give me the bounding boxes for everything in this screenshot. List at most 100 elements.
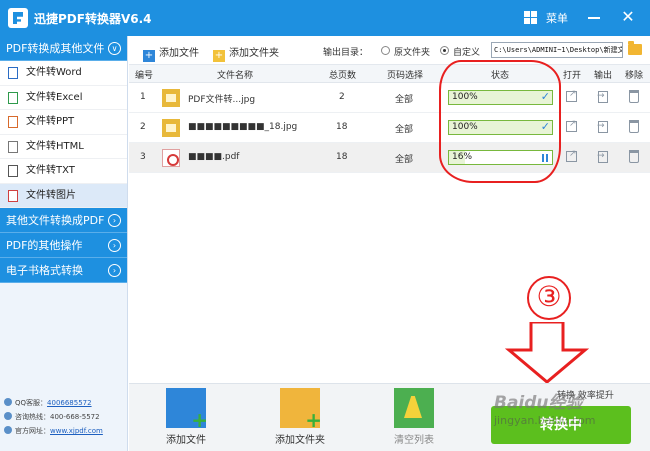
minimize-icon[interactable] bbox=[584, 7, 604, 27]
site-contact: 官方网址：www.xjpdf.com bbox=[4, 424, 103, 438]
sidebar-category-label: 电子书格式转换 bbox=[6, 264, 83, 277]
open-file-icon[interactable] bbox=[566, 89, 577, 102]
app-logo-icon bbox=[8, 8, 28, 28]
sidebar-category-label: PDF转换成其他文件 bbox=[6, 42, 105, 55]
image-file-icon bbox=[162, 89, 180, 107]
add-file-label: 添加文件 bbox=[159, 48, 199, 59]
bottom-add-file-button[interactable]: 添加文件 bbox=[151, 388, 221, 446]
annotation-step-number: ③ bbox=[527, 276, 571, 320]
row-num: 1 bbox=[140, 92, 146, 102]
contact-info: QQ客服：4006685572 咨询热线：400-668-5572 官方网址：w… bbox=[4, 396, 103, 438]
output-folder-icon[interactable] bbox=[597, 121, 608, 133]
trash-icon[interactable] bbox=[629, 90, 639, 103]
txt-icon bbox=[8, 165, 18, 177]
sidebar: PDF转换成其他文件 ∨ 文件转Word 文件转Excel 文件转PPT 文件转… bbox=[0, 36, 128, 451]
sidebar-category-other-to-pdf[interactable]: 其他文件转换成PDF › bbox=[0, 208, 127, 233]
col-output: 输出 bbox=[594, 71, 613, 81]
excel-icon bbox=[8, 91, 18, 104]
baidu-watermark: Baidu经验 bbox=[494, 393, 583, 413]
sidebar-category-pdf-to-other[interactable]: PDF转换成其他文件 ∨ bbox=[0, 36, 127, 61]
clear-list-label: 清空列表 bbox=[394, 435, 434, 446]
sidebar-item-word[interactable]: 文件转Word bbox=[0, 61, 127, 86]
annotation-down-arrow-icon bbox=[505, 322, 589, 384]
menu-button[interactable]: 菜单 bbox=[546, 10, 568, 26]
sidebar-item-label: 文件转PPT bbox=[26, 116, 75, 127]
sidebar-item-txt[interactable]: 文件转TXT bbox=[0, 159, 127, 184]
chevron-right-icon: › bbox=[108, 239, 121, 252]
table-row[interactable]: 2 ■■■■■■■■■_18.jpg 18 全部 100% ✓ bbox=[129, 113, 650, 143]
chevron-right-icon: › bbox=[108, 264, 121, 277]
trash-icon[interactable] bbox=[629, 150, 639, 163]
row-filename: ■■■■■■■■■_18.jpg bbox=[188, 122, 298, 132]
clear-list-button[interactable]: 清空列表 bbox=[379, 388, 449, 446]
add-folder-button[interactable]: + 添加文件夹 bbox=[213, 44, 279, 62]
table-row[interactable]: 1 PDF文件转...jpg 2 全部 100% ✓ bbox=[129, 83, 650, 113]
folder-icon[interactable] bbox=[628, 41, 642, 55]
plus-folder-icon: + bbox=[213, 50, 225, 62]
sidebar-category-pdf-other-ops[interactable]: PDF的其他操作 › bbox=[0, 233, 127, 258]
row-page-select[interactable]: 全部 bbox=[395, 122, 413, 135]
sidebar-item-label: 文件转Excel bbox=[26, 91, 83, 103]
radio-original-label: 原文件夹 bbox=[394, 48, 431, 58]
row-page-select[interactable]: 全部 bbox=[395, 92, 413, 105]
qq-icon bbox=[4, 398, 12, 406]
col-page-select: 页码选择 bbox=[387, 71, 424, 81]
output-folder-icon[interactable] bbox=[597, 91, 608, 103]
row-num: 2 bbox=[140, 122, 146, 132]
table-row[interactable]: 3 ■■■■.pdf 18 全部 16% bbox=[129, 143, 650, 173]
bottom-add-folder-label: 添加文件夹 bbox=[275, 435, 325, 446]
qq-link[interactable]: 4006685572 bbox=[47, 399, 92, 407]
radio-custom-folder[interactable] bbox=[440, 46, 449, 55]
home-icon bbox=[4, 426, 12, 434]
ppt-icon bbox=[8, 116, 18, 128]
site-link[interactable]: www.xjpdf.com bbox=[50, 427, 103, 435]
table-header: 编号 文件名称 总页数 页码选择 状态 打开 输出 移除 bbox=[129, 65, 650, 83]
sidebar-item-image[interactable]: 文件转图片 bbox=[0, 183, 127, 208]
phone-value: 400-668-5572 bbox=[50, 413, 100, 421]
chevron-right-icon: › bbox=[108, 214, 121, 227]
output-path-input[interactable]: C:\Users\ADMINI~1\Desktop\新建文 bbox=[491, 42, 623, 58]
row-pages: 18 bbox=[336, 152, 348, 162]
broom-icon bbox=[394, 388, 434, 428]
output-folder-icon[interactable] bbox=[597, 151, 608, 163]
sidebar-item-html[interactable]: 文件转HTML bbox=[0, 135, 127, 159]
sidebar-item-label: 文件转Word bbox=[26, 67, 82, 78]
col-num: 编号 bbox=[135, 71, 154, 81]
row-page-select[interactable]: 全部 bbox=[395, 152, 413, 165]
row-num: 3 bbox=[140, 152, 146, 162]
baidu-watermark-url: jingyan.baidu.com bbox=[494, 414, 596, 427]
sidebar-item-label: 文件转图片 bbox=[26, 189, 76, 201]
row-filename: PDF文件转...jpg bbox=[188, 95, 256, 105]
sidebar-item-label: 文件转TXT bbox=[26, 165, 75, 176]
sidebar-category-label: 其他文件转换成PDF bbox=[6, 214, 105, 227]
open-file-icon[interactable] bbox=[566, 149, 577, 162]
chevron-down-icon: ∨ bbox=[108, 42, 121, 55]
html-icon bbox=[8, 140, 18, 153]
open-file-icon[interactable] bbox=[566, 119, 577, 132]
trash-icon[interactable] bbox=[629, 120, 639, 133]
add-file-button[interactable]: + 添加文件 bbox=[143, 44, 199, 62]
phone-contact: 咨询热线：400-668-5572 bbox=[4, 410, 103, 424]
col-open: 打开 bbox=[563, 71, 582, 81]
image-icon bbox=[8, 189, 18, 202]
bottom-add-folder-button[interactable]: 添加文件夹 bbox=[265, 388, 335, 446]
sidebar-item-ppt[interactable]: 文件转PPT bbox=[0, 110, 127, 135]
radio-custom-label: 自定义 bbox=[453, 48, 481, 58]
sidebar-category-ebook[interactable]: 电子书格式转换 › bbox=[0, 258, 127, 283]
phone-icon bbox=[4, 412, 12, 420]
sidebar-category-label: PDF的其他操作 bbox=[6, 239, 83, 252]
add-folder-icon bbox=[280, 388, 322, 432]
word-icon bbox=[8, 67, 18, 79]
qq-contact: QQ客服：4006685572 bbox=[4, 396, 103, 410]
app-title: 迅捷PDF转换器V6.4 bbox=[34, 12, 152, 26]
phone-label: 咨询热线： bbox=[15, 413, 50, 421]
col-name: 文件名称 bbox=[217, 71, 254, 81]
sidebar-item-excel[interactable]: 文件转Excel bbox=[0, 86, 127, 110]
title-bar: 迅捷PDF转换器V6.4 菜单 ✕ bbox=[0, 0, 650, 36]
menu-grid-icon[interactable] bbox=[524, 11, 537, 24]
radio-original-folder[interactable] bbox=[381, 46, 390, 55]
close-icon[interactable]: ✕ bbox=[618, 7, 638, 26]
output-dir-label: 输出目录： bbox=[323, 48, 369, 58]
plus-icon: + bbox=[143, 50, 155, 62]
col-remove: 移除 bbox=[625, 71, 644, 81]
